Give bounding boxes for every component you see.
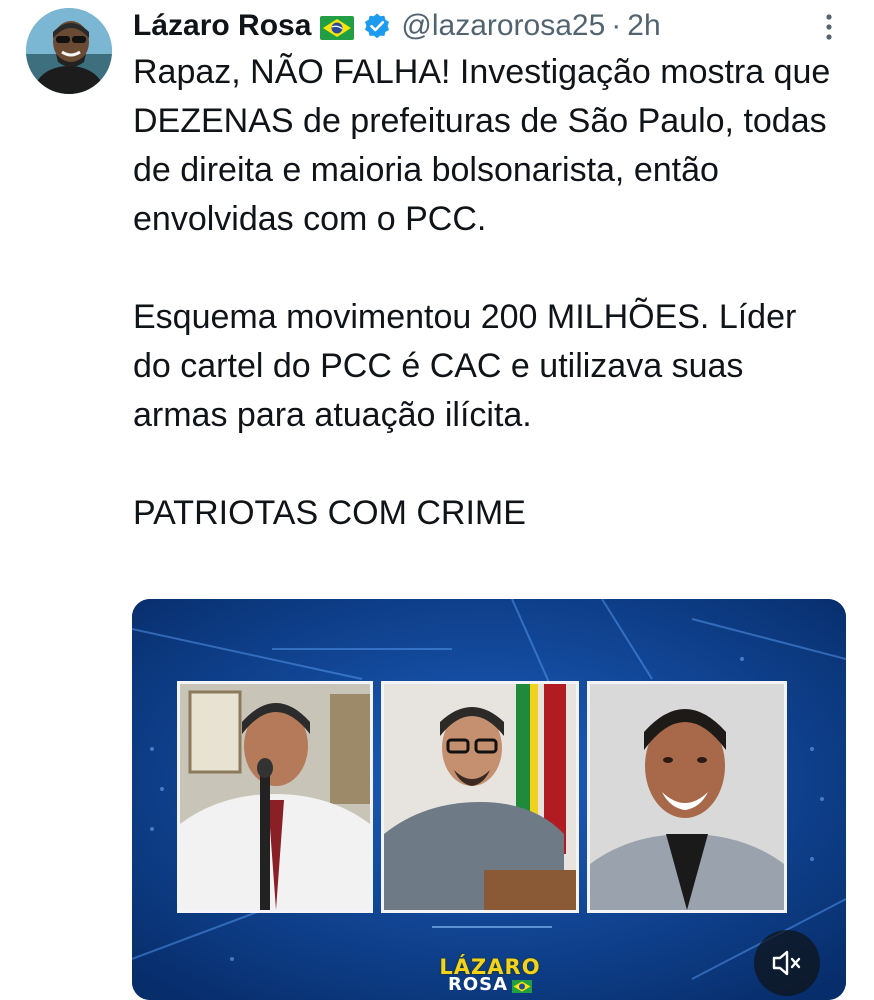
speaker-muted-icon	[772, 950, 801, 976]
author-handle[interactable]: @lazarorosa25	[401, 9, 605, 43]
avatar-photo	[26, 8, 112, 94]
tweet-paragraph-3: PATRIOTAS COM CRIME	[133, 494, 526, 532]
tweet-paragraph-2: Esquema movimentou 200 MILHÕES. Líder do…	[133, 298, 797, 434]
mute-toggle-button[interactable]	[754, 930, 820, 996]
more-options-icon[interactable]	[815, 8, 843, 46]
photo-politician-3	[587, 681, 787, 913]
tweet-header: Lázaro Rosa @lazarorosa25 · 2h	[133, 6, 661, 46]
author-name[interactable]: Lázaro Rosa	[133, 9, 311, 43]
channel-logo: LÁZARO ROSA	[432, 957, 548, 995]
photo-politician-1	[177, 681, 373, 913]
separator-dot: ·	[611, 9, 622, 42]
brazil-flag-icon	[512, 979, 533, 993]
tweet-paragraph-1: Rapaz, NÃO FALHA! Investigação mostra qu…	[133, 53, 831, 238]
verified-badge-icon[interactable]	[363, 12, 391, 40]
photo-politician-2	[381, 681, 579, 913]
author-avatar[interactable]	[26, 8, 112, 94]
tweet-video[interactable]: LÁZARO ROSA	[132, 599, 846, 1000]
brazil-flag-icon	[320, 14, 355, 40]
timestamp[interactable]: 2h	[627, 9, 660, 43]
channel-logo-line2: ROSA	[447, 974, 509, 995]
tweet-text: Rapaz, NÃO FALHA! Investigação mostra qu…	[133, 48, 833, 538]
